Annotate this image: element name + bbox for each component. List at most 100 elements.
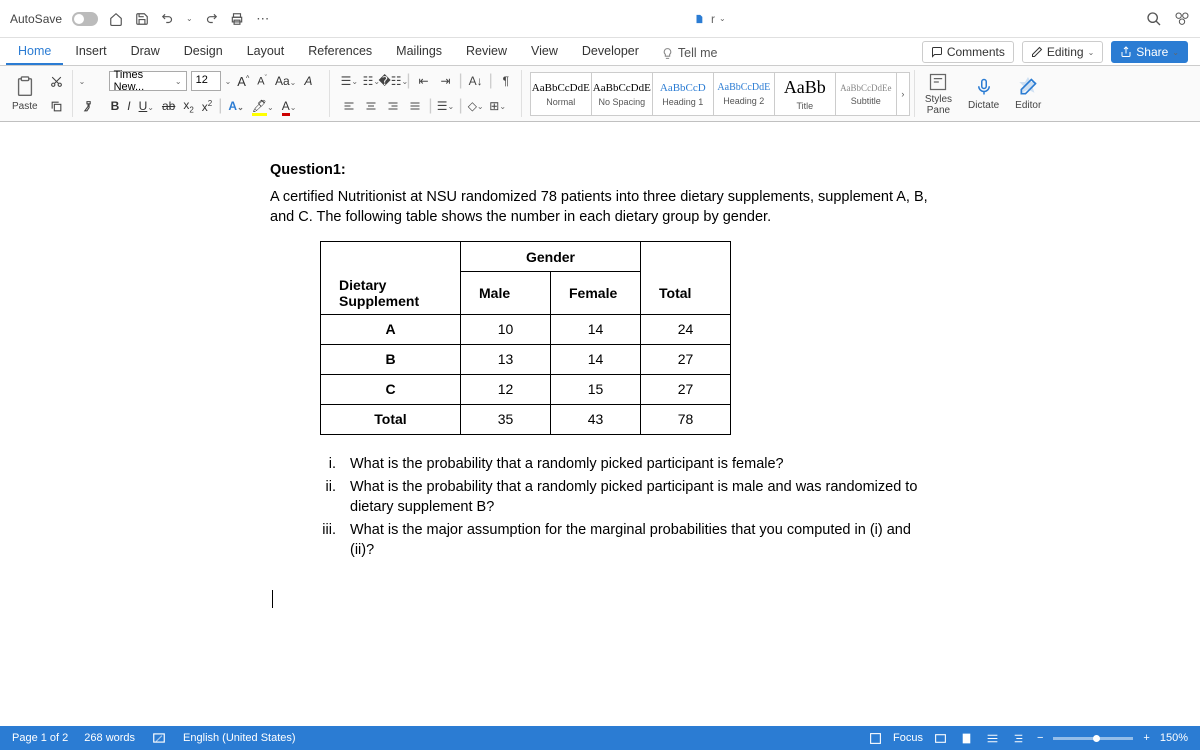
styles-more-button[interactable]: ›: [896, 72, 910, 116]
format-painter-icon[interactable]: [79, 97, 97, 115]
font-size-select[interactable]: 12: [191, 71, 221, 91]
style-nospacing[interactable]: AaBbCcDdENo Spacing: [591, 72, 653, 116]
title-bar: AutoSave ⌄ ⋯ r ⌄: [0, 0, 1200, 38]
cut-icon[interactable]: [48, 72, 66, 90]
word-count[interactable]: 268 words: [84, 732, 135, 744]
pilcrow-icon[interactable]: ¶: [497, 72, 515, 90]
doc-title[interactable]: r: [711, 12, 715, 26]
tab-review[interactable]: Review: [454, 38, 519, 65]
indent-increase-icon[interactable]: ⇥: [437, 72, 455, 90]
editor-button[interactable]: Editor: [1009, 70, 1047, 117]
editing-button[interactable]: Editing ⌄: [1022, 41, 1103, 63]
style-normal[interactable]: AaBbCcDdENormal: [530, 72, 592, 116]
font-color-button[interactable]: A⌄: [280, 99, 299, 113]
bold-button[interactable]: B: [109, 99, 122, 113]
spellcheck-icon[interactable]: [151, 730, 167, 746]
share-button[interactable]: Share ⌄: [1111, 41, 1188, 63]
more-icon[interactable]: ⋯: [255, 11, 271, 27]
share-icon: [1120, 46, 1132, 58]
print-layout-icon[interactable]: [959, 730, 975, 746]
tab-design[interactable]: Design: [172, 38, 235, 65]
undo-icon[interactable]: [160, 11, 176, 27]
document-page[interactable]: Question1: A certified Nutritionist at N…: [240, 152, 960, 726]
comments-button[interactable]: Comments: [922, 41, 1014, 63]
style-subtitle[interactable]: AaBbCcDdEeSubtitle: [835, 72, 897, 116]
autosave-label: AutoSave: [10, 12, 62, 26]
home-icon[interactable]: [108, 11, 124, 27]
text-effects-button[interactable]: A⌄: [226, 99, 245, 113]
save-icon[interactable]: [134, 11, 150, 27]
status-bar: Page 1 of 2 268 words English (United St…: [0, 726, 1200, 750]
tab-layout[interactable]: Layout: [235, 38, 297, 65]
multilevel-icon[interactable]: �☷⌄: [384, 72, 402, 90]
underline-button[interactable]: U⌄: [137, 99, 156, 113]
undo-dropdown-icon[interactable]: ⌄: [186, 14, 193, 23]
align-center-icon[interactable]: [362, 97, 380, 115]
justify-icon[interactable]: [406, 97, 424, 115]
change-case-button[interactable]: Aa⌄: [273, 74, 298, 88]
paste-dropdown-icon[interactable]: ⌄: [79, 77, 86, 86]
bullets-icon[interactable]: ☰⌄: [340, 72, 358, 90]
doc-dropdown-icon[interactable]: ⌄: [719, 14, 726, 23]
read-mode-icon[interactable]: [933, 730, 949, 746]
diamond-icon[interactable]: [1174, 11, 1190, 27]
ribbon: Paste ⌄ Times New...⌄ 12 ⌄ A^ Aˇ Aa⌄ A⃠ …: [0, 66, 1200, 122]
indent-decrease-icon[interactable]: ⇤: [415, 72, 433, 90]
printer-icon[interactable]: [229, 11, 245, 27]
clipboard-icon: [14, 75, 36, 99]
italic-button[interactable]: I: [125, 99, 132, 113]
tab-home[interactable]: Home: [6, 38, 63, 65]
redo-icon[interactable]: [203, 11, 219, 27]
align-right-icon[interactable]: [384, 97, 402, 115]
strike-button[interactable]: ab: [160, 99, 177, 113]
style-heading1[interactable]: AaBbCcDHeading 1: [652, 72, 714, 116]
clear-format-button[interactable]: A⃠: [302, 74, 323, 88]
font-size-dropdown-icon[interactable]: ⌄: [225, 77, 232, 86]
tab-insert[interactable]: Insert: [63, 38, 118, 65]
style-title[interactable]: AaBbTitle: [774, 72, 836, 116]
tab-draw[interactable]: Draw: [119, 38, 172, 65]
tab-view[interactable]: View: [519, 38, 570, 65]
web-layout-icon[interactable]: [985, 730, 1001, 746]
align-left-icon[interactable]: [340, 97, 358, 115]
th-supplement: Dietary Supplement: [321, 272, 461, 315]
document-area[interactable]: Question1: A certified Nutritionist at N…: [0, 122, 1200, 726]
qii-text: What is the probability that a randomly …: [350, 478, 930, 517]
tab-developer[interactable]: Developer: [570, 38, 651, 65]
style-heading2[interactable]: AaBbCcDdEHeading 2: [713, 72, 775, 116]
zoom-out-button[interactable]: −: [1037, 732, 1043, 744]
zoom-level[interactable]: 150%: [1160, 732, 1188, 744]
focus-icon[interactable]: [867, 730, 883, 746]
page-indicator[interactable]: Page 1 of 2: [12, 732, 68, 744]
superscript-button[interactable]: x2: [200, 99, 214, 114]
highlight-button[interactable]: 🖊⌄: [250, 99, 276, 113]
data-table: Gender Dietary Supplement Male Female To…: [320, 241, 731, 435]
language-indicator[interactable]: English (United States): [183, 732, 296, 744]
autosave-toggle[interactable]: [72, 12, 98, 26]
line-spacing-icon[interactable]: ☰⌄: [437, 97, 455, 115]
search-icon[interactable]: [1146, 11, 1162, 27]
sub-questions: i. What is the probability that a random…: [300, 455, 930, 561]
borders-icon[interactable]: ⊞⌄: [489, 97, 507, 115]
grow-font-button[interactable]: A^: [235, 74, 251, 89]
dictate-button[interactable]: Dictate: [962, 70, 1005, 117]
doc-icon: [691, 11, 707, 27]
focus-label[interactable]: Focus: [893, 732, 923, 744]
tell-me[interactable]: Tell me: [651, 40, 728, 65]
styles-pane-button[interactable]: Styles Pane: [919, 70, 958, 117]
styles-gallery[interactable]: AaBbCcDdENormal AaBbCcDdENo Spacing AaBb…: [530, 72, 910, 116]
shading-icon[interactable]: ◇⌄: [467, 97, 485, 115]
subscript-button[interactable]: x2: [181, 98, 195, 114]
outline-icon[interactable]: [1011, 730, 1027, 746]
sort-icon[interactable]: A↓: [467, 72, 485, 90]
shrink-font-button[interactable]: Aˇ: [255, 75, 269, 88]
styles-pane-icon: [928, 72, 948, 92]
zoom-in-button[interactable]: +: [1143, 732, 1149, 744]
tab-references[interactable]: References: [296, 38, 384, 65]
question-title: Question1:: [270, 162, 930, 178]
paste-button[interactable]: Paste: [6, 70, 44, 117]
copy-icon[interactable]: [48, 97, 66, 115]
zoom-slider[interactable]: [1053, 737, 1133, 740]
font-name-select[interactable]: Times New...⌄: [109, 71, 187, 91]
tab-mailings[interactable]: Mailings: [384, 38, 454, 65]
